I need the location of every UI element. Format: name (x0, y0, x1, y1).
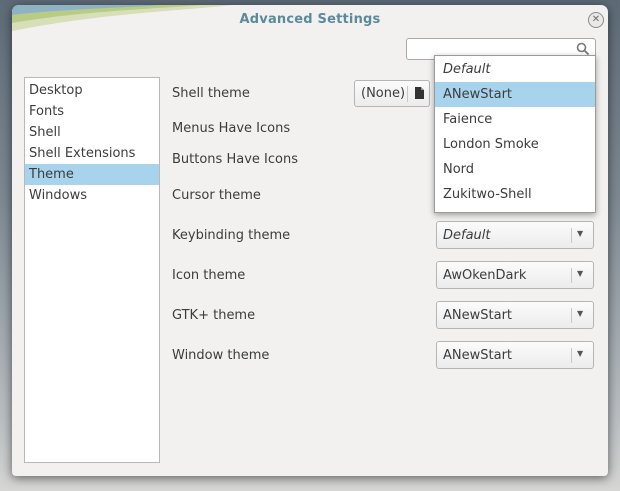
keybinding-theme-label: Keybinding theme (172, 228, 291, 243)
gtk-theme-combo[interactable]: ANewStart ▼ (436, 301, 594, 329)
chevron-down-icon: ▼ (577, 269, 584, 278)
icon-theme-value: AwOkenDark (443, 268, 527, 283)
close-icon: ✕ (591, 14, 601, 25)
window-title: Advanced Settings (239, 12, 381, 27)
dropdown-option-london-smoke[interactable]: London Smoke (435, 132, 595, 157)
combo-separator (571, 228, 572, 243)
category-sidebar: Desktop Fonts Shell Shell Extensions The… (24, 77, 160, 463)
shell-theme-dropdown-menu: Default ANewStart Faience London Smoke N… (434, 55, 596, 213)
combo-separator (571, 348, 572, 363)
chevron-down-icon: ▼ (577, 349, 584, 358)
close-button[interactable]: ✕ (588, 12, 604, 28)
window-theme-label: Window theme (172, 348, 270, 363)
sidebar-item-shell[interactable]: Shell (25, 122, 159, 143)
shell-theme-button-label: (None) (361, 86, 406, 101)
chevron-down-icon: ▼ (577, 229, 584, 238)
window-theme-combo[interactable]: ANewStart ▼ (436, 341, 594, 369)
combo-separator (571, 268, 572, 283)
buttons-have-icons-label: Buttons Have Icons (172, 152, 298, 167)
sidebar-item-desktop[interactable]: Desktop (25, 80, 159, 101)
sidebar-item-fonts[interactable]: Fonts (25, 101, 159, 122)
advanced-settings-window: Advanced Settings ✕ Desktop Fonts Shell … (12, 5, 608, 476)
gtk-theme-label: GTK+ theme (172, 308, 256, 323)
titlebar[interactable]: Advanced Settings ✕ (12, 5, 608, 35)
sidebar-item-theme[interactable]: Theme (25, 164, 159, 185)
sidebar-item-windows[interactable]: Windows (25, 185, 159, 206)
cursor-theme-label: Cursor theme (172, 188, 261, 203)
shell-theme-label: Shell theme (172, 86, 250, 101)
keybinding-theme-value: Default (443, 228, 491, 243)
keybinding-theme-combo[interactable]: Default ▼ (436, 221, 594, 249)
gtk-theme-value: ANewStart (443, 308, 513, 323)
dropdown-option-zukitwo-shell[interactable]: Zukitwo-Shell (435, 182, 595, 207)
dropdown-option-default[interactable]: Default (435, 57, 595, 82)
window-theme-value: ANewStart (443, 348, 513, 363)
sidebar-item-shell-extensions[interactable]: Shell Extensions (25, 143, 159, 164)
shell-theme-button[interactable]: (None) (354, 80, 430, 107)
chevron-down-icon: ▼ (577, 309, 584, 318)
document-icon (415, 87, 424, 99)
icon-theme-combo[interactable]: AwOkenDark ▼ (436, 261, 594, 289)
dropdown-option-anewstart[interactable]: ANewStart (435, 82, 595, 107)
menus-have-icons-label: Menus Have Icons (172, 121, 291, 136)
dropdown-option-faience[interactable]: Faience (435, 107, 595, 132)
dropdown-option-nord[interactable]: Nord (435, 157, 595, 182)
shell-theme-button-separator (407, 86, 408, 102)
combo-separator (571, 308, 572, 323)
icon-theme-label: Icon theme (172, 268, 246, 283)
